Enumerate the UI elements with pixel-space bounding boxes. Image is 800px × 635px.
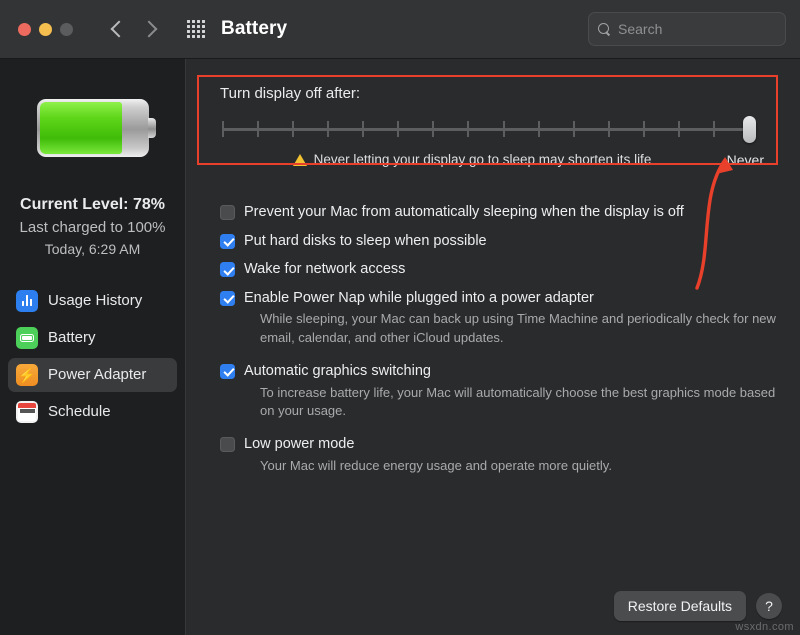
slider-tick [643,121,645,137]
sidebar-item-label: Schedule [48,403,111,420]
slider-tick [257,121,259,137]
chart-icon [16,290,38,312]
battery-fill [40,102,123,154]
sidebar-nav: Usage History Battery ⚡ Power Adapter [0,284,185,429]
slider-tick [467,121,469,137]
option-label: Put hard disks to sleep when possible [244,232,487,252]
option-hard-disks-sleep[interactable]: Put hard disks to sleep when possible [220,232,778,252]
slider-tick [678,121,680,137]
slider-ticks [222,121,750,137]
slider-warning-row: Never letting your display go to sleep m… [220,152,764,167]
page-title: Battery [221,18,287,40]
sidebar-item-power-adapter[interactable]: ⚡ Power Adapter [8,358,177,392]
checkbox[interactable] [220,291,235,306]
slider-tick [538,121,540,137]
option-label: Automatic graphics switching [244,362,431,382]
slider-tick [327,121,329,137]
help-button[interactable]: ? [756,593,782,619]
option-description: Your Mac will reduce energy usage and op… [260,457,778,476]
search-input[interactable] [618,21,776,37]
current-level-label: Current Level: 78% [8,193,177,217]
display-sleep-section: Turn display off after: Never letting yo… [204,77,778,177]
option-power-nap[interactable]: Enable Power Nap while plugged into a po… [220,289,778,309]
traffic-lights [18,23,73,36]
search-field[interactable] [588,12,786,46]
option-prevent-sleep[interactable]: Prevent your Mac from automatically slee… [220,203,778,223]
battery-shell [37,99,149,157]
checkbox[interactable] [220,262,235,277]
bolt-icon: ⚡ [16,364,38,386]
close-button[interactable] [18,23,31,36]
slider-tick [713,121,715,137]
slider-value-label: Never [727,152,764,168]
sidebar: Current Level: 78% Last charged to 100% … [0,59,186,635]
battery-status-text: Current Level: 78% Last charged to 100% … [0,193,185,260]
option-label: Wake for network access [244,260,405,280]
option-description: To increase battery life, your Mac will … [260,384,778,422]
sidebar-item-usage-history[interactable]: Usage History [8,284,177,318]
forward-chevron-icon[interactable] [141,21,158,38]
last-charged-time-label: Today, 6:29 AM [8,239,177,260]
option-description: While sleeping, your Mac can back up usi… [260,310,778,348]
back-chevron-icon[interactable] [111,21,128,38]
window-toolbar: Battery [0,0,800,59]
slider-tick [608,121,610,137]
search-icon [598,23,611,36]
checkbox[interactable] [220,205,235,220]
battery-graphic [0,99,185,157]
navigation-arrows [113,23,155,35]
watermark: wsxdn.com [735,621,794,633]
sidebar-item-battery[interactable]: Battery [8,321,177,355]
option-label: Low power mode [244,435,354,455]
restore-defaults-button[interactable]: Restore Defaults [614,591,746,621]
show-all-grid-icon[interactable] [187,20,205,38]
option-low-power-mode[interactable]: Low power mode [220,435,778,455]
minimize-button[interactable] [39,23,52,36]
checkbox[interactable] [220,437,235,452]
last-charged-label: Last charged to 100% [8,217,177,239]
slider-tick [503,121,505,137]
slider-tick [362,121,364,137]
sidebar-item-label: Usage History [48,292,142,309]
warning-triangle-icon [293,154,307,166]
slider-warning-text: Never letting your display go to sleep m… [314,152,652,167]
slider-title: Turn display off after: [220,85,764,102]
slider-tick [573,121,575,137]
window-body: Current Level: 78% Last charged to 100% … [0,59,800,635]
option-graphics-switching[interactable]: Automatic graphics switching [220,362,778,382]
slider-tick [397,121,399,137]
slider-tick [222,121,224,137]
slider-tick [432,121,434,137]
checkbox[interactable] [220,234,235,249]
sidebar-item-schedule[interactable]: Schedule [8,395,177,429]
main-content: Turn display off after: Never letting yo… [186,59,800,635]
footer-buttons: Restore Defaults ? [614,591,782,621]
calendar-icon [16,401,38,423]
sidebar-item-label: Battery [48,329,96,346]
options-list: Prevent your Mac from automatically slee… [204,203,778,476]
checkbox[interactable] [220,364,235,379]
battery-terminal [148,118,156,138]
battery-icon [16,327,38,349]
option-label: Prevent your Mac from automatically slee… [244,203,684,223]
option-label: Enable Power Nap while plugged into a po… [244,289,594,309]
slider-thumb[interactable] [743,116,756,143]
battery-preferences-window: Battery Current Level: 78% Last charged … [0,0,800,635]
display-sleep-slider[interactable] [220,116,764,142]
zoom-button[interactable] [60,23,73,36]
option-wake-network[interactable]: Wake for network access [220,260,778,280]
sidebar-item-label: Power Adapter [48,366,146,383]
slider-tick [292,121,294,137]
